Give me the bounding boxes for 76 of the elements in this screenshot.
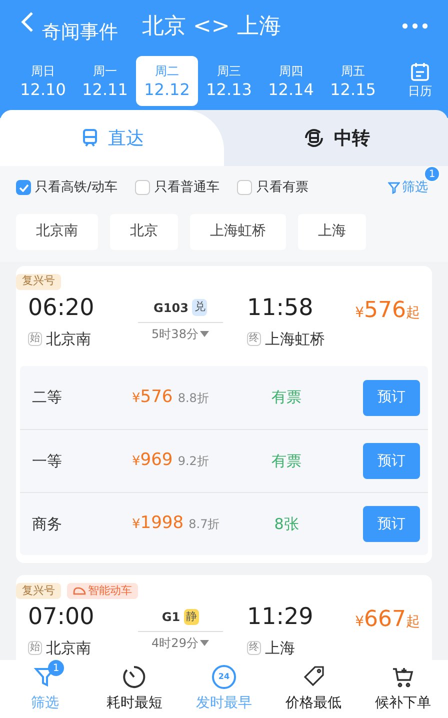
destination-station: 上海 [265, 638, 295, 659]
clock-icon: 24 [212, 664, 236, 688]
origin-mark: 始 [28, 641, 42, 656]
train-card[interactable]: 复兴号 智能动车 07:00 始 北京南 G1 静 4时29分 11:29 终 上海 ¥667起 [16, 575, 432, 660]
caret-down-icon[interactable] [200, 330, 210, 336]
calendar-button[interactable]: 日历 [408, 62, 432, 100]
back-icon[interactable] [20, 11, 34, 33]
checkbox[interactable] [16, 180, 31, 196]
train-badge: 兑 [192, 299, 208, 316]
seat-class: 一等 [32, 450, 63, 472]
seat-price: ¥969 9.2折 [132, 449, 210, 472]
train-tag: 复兴号 [16, 274, 61, 290]
date-tab[interactable]: 周一 12.11 [74, 56, 136, 106]
filter-checkbox[interactable]: 只看高铁/动车 [16, 178, 118, 198]
count-badge: 1 [424, 166, 440, 182]
more-icon[interactable] [402, 23, 428, 29]
destination-station: 上海虹桥 [265, 328, 325, 350]
caret-down-icon[interactable] [200, 640, 210, 646]
transfer-train-icon [302, 126, 326, 150]
date-tab[interactable]: 周四 12.14 [260, 56, 322, 106]
checkbox[interactable] [135, 180, 150, 196]
train-tag: 智能动车 [67, 583, 138, 599]
route-tab[interactable]: 直达 [0, 110, 224, 166]
train-number: G1 [162, 609, 180, 626]
station-chip[interactable]: 上海 [298, 214, 366, 250]
seat-price: ¥1998 8.7折 [132, 512, 221, 536]
book-button[interactable]: 预订 [363, 380, 420, 416]
sort-tab[interactable]: 耗时最短 [90, 660, 180, 718]
book-button[interactable]: 预订 [363, 506, 420, 542]
availability: 8张 [273, 514, 300, 535]
date-tab[interactable]: 周日 12.10 [12, 56, 74, 106]
arrival-time: 11:58 [247, 294, 314, 322]
sort-tab[interactable]: 24 发时最早 [179, 660, 269, 718]
train-tag: 复兴号 [16, 583, 61, 599]
duration: 4时29分 [152, 635, 198, 652]
lowest-price: ¥667起 [355, 606, 420, 634]
seat-class: 商务 [32, 514, 63, 535]
seat-class: 二等 [32, 387, 63, 408]
calendar-icon [410, 62, 430, 82]
station-chip[interactable]: 北京南 [16, 214, 98, 250]
train-badge: 静 [184, 608, 200, 626]
sort-tab[interactable]: 价格最低 [268, 660, 358, 718]
filter-icon [388, 182, 400, 194]
filter-checkbox[interactable]: 只看普通车 [135, 178, 220, 198]
route-title: 北京 <> 上海 [142, 12, 281, 40]
availability: 有票 [270, 387, 302, 408]
station-chip[interactable]: 上海虹桥 [190, 214, 286, 250]
availability: 有票 [270, 450, 302, 472]
duration: 5时38分 [152, 326, 198, 342]
departure-time: 07:00 [28, 603, 96, 631]
filter-checkbox[interactable]: 只看有票 [237, 178, 308, 198]
checkbox[interactable] [237, 180, 252, 196]
origin-station: 北京南 [46, 328, 91, 350]
timer-icon [122, 664, 146, 688]
train-card[interactable]: 复兴号 06:20 始 北京南 G103 兑 5时38分 11:58 终 上海虹桥 ¥576起 二等 ¥576 8.8折 有票 预订 一等 ¥969 9.2折 有票 预订 商务 ¥1998 8.7折 8张 预订 [16, 266, 432, 563]
lowest-price: ¥576起 [355, 296, 420, 324]
train-number: G103 [154, 300, 188, 316]
count-badge: 1 [48, 660, 64, 676]
seat-price: ¥576 8.8折 [132, 386, 210, 409]
date-tab[interactable]: 周二 12.12 [136, 56, 198, 106]
origin-station: 北京南 [46, 638, 91, 659]
destination-mark: 终 [247, 332, 261, 346]
date-tab[interactable]: 周五 12.15 [322, 56, 384, 106]
origin-mark: 始 [28, 332, 42, 346]
check-icon [18, 184, 28, 192]
route-tab[interactable]: 中转 [224, 110, 448, 166]
sort-tab[interactable]: 筛选 1 [0, 660, 90, 718]
sort-tab[interactable]: 候补下单 [358, 660, 448, 718]
departure-time: 06:20 [28, 294, 96, 322]
book-button[interactable]: 预订 [363, 443, 420, 479]
station-chip[interactable]: 北京 [110, 214, 178, 250]
date-tab[interactable]: 周三 12.13 [198, 56, 260, 106]
destination-mark: 终 [247, 641, 261, 656]
back-label[interactable]: 奇闻事件 [42, 18, 118, 46]
arrival-time: 11:29 [247, 603, 314, 631]
price-tag-icon [302, 664, 326, 688]
